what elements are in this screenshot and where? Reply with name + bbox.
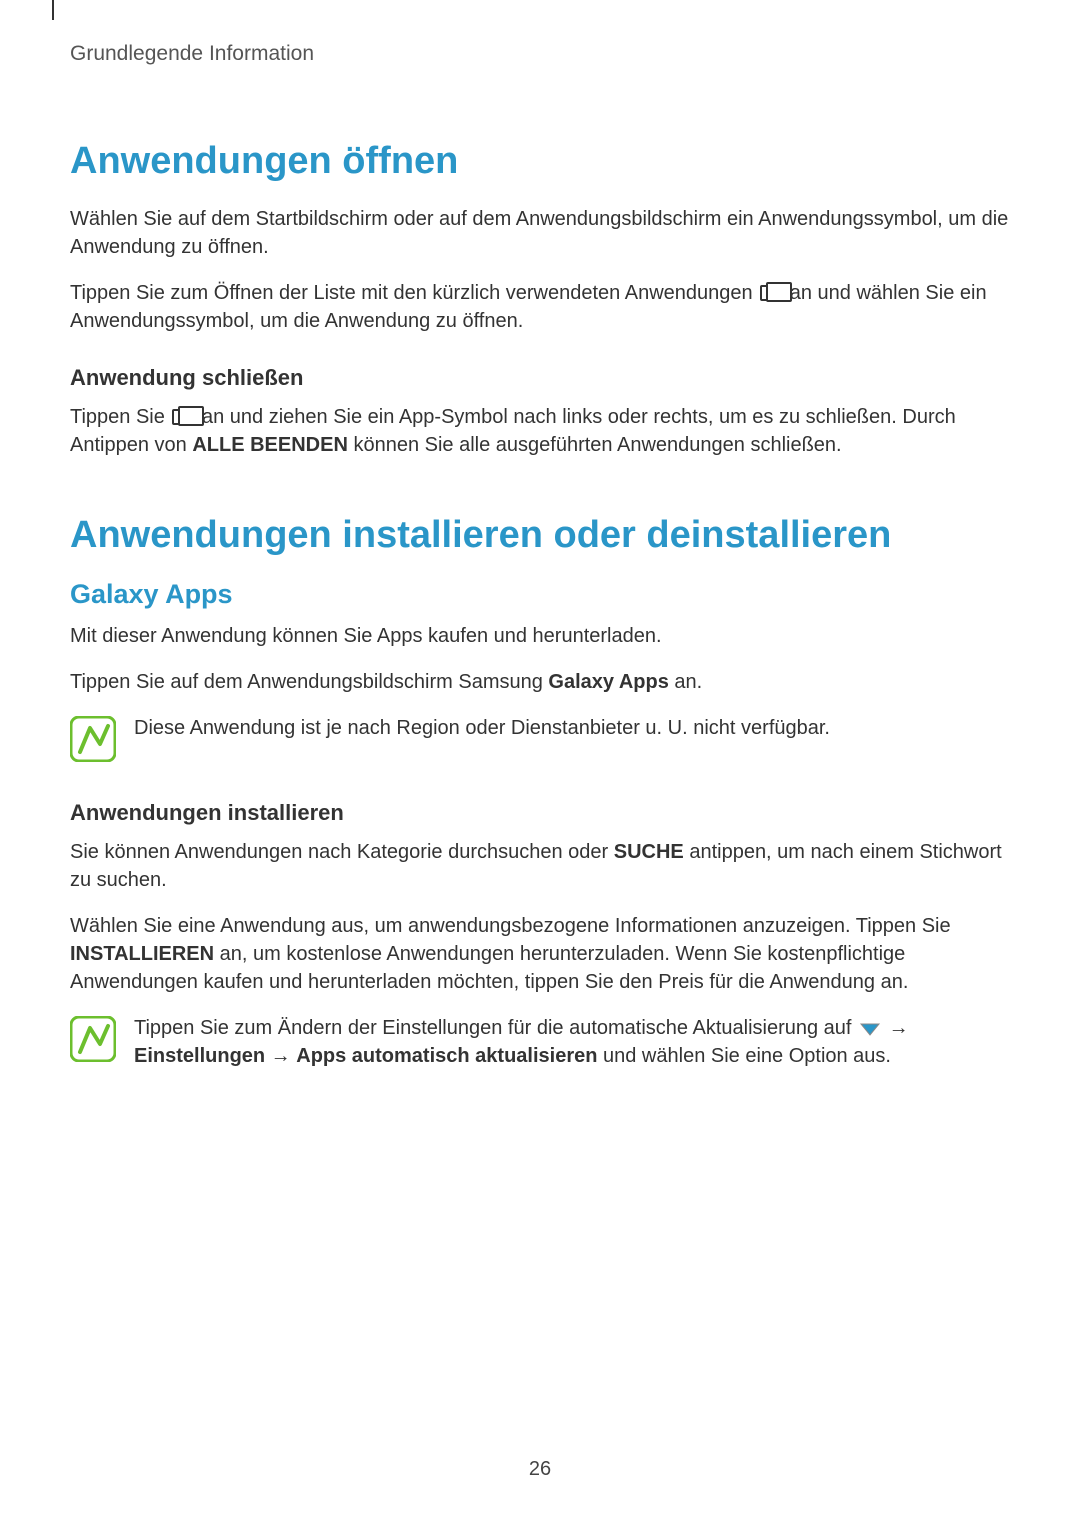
heading-close-app: Anwendung schließen	[70, 365, 1010, 391]
text: Tippen Sie zum Ändern der Einstellungen …	[134, 1017, 857, 1039]
note-icon	[70, 716, 116, 762]
recent-apps-icon	[760, 285, 782, 301]
note-icon	[70, 1016, 116, 1062]
text: können Sie alle ausgeführten Anwendungen…	[348, 434, 842, 456]
arrow: →	[883, 1017, 909, 1039]
heading-install-apps: Anwendungen installieren	[70, 800, 1010, 826]
paragraph: Wählen Sie auf dem Startbildschirm oder …	[70, 205, 1010, 261]
text: Tippen Sie auf dem Anwendungsbildschirm …	[70, 671, 548, 693]
paragraph: Tippen Sie auf dem Anwendungsbildschirm …	[70, 668, 1010, 696]
text: und wählen Sie eine Option aus.	[597, 1045, 891, 1067]
page-header: Grundlegende Information	[70, 42, 1010, 66]
paragraph: Tippen Sie zum Öffnen der Liste mit den …	[70, 279, 1010, 335]
page-content: Grundlegende Information Anwendungen öff…	[0, 0, 1080, 1070]
dropdown-triangle-icon	[859, 1022, 881, 1036]
text-bold: Apps automatisch aktualisieren	[296, 1045, 597, 1067]
text-bold: ALLE BEENDEN	[192, 434, 348, 456]
text: Wählen Sie eine Anwendung aus, um anwend…	[70, 915, 951, 937]
subsection-close-app: Anwendung schließen Tippen Sie an und zi…	[70, 365, 1010, 459]
text-bold: Einstellungen	[134, 1045, 265, 1067]
note-text: Diese Anwendung ist je nach Region oder …	[134, 714, 830, 742]
paragraph: Sie können Anwendungen nach Kategorie du…	[70, 838, 1010, 894]
paragraph: Tippen Sie an und ziehen Sie ein App-Sym…	[70, 403, 1010, 459]
text: Tippen Sie zum Öffnen der Liste mit den …	[70, 282, 758, 304]
subsection-install-apps: Anwendungen installieren Sie können Anwe…	[70, 800, 1010, 1070]
arrow: →	[265, 1045, 296, 1067]
text-bold: INSTALLIEREN	[70, 943, 214, 965]
subsection-galaxy-apps: Galaxy Apps Mit dieser Anwendung können …	[70, 579, 1010, 762]
page-top-mark	[52, 0, 54, 20]
text: Tippen Sie	[70, 406, 170, 428]
text: Sie können Anwendungen nach Kategorie du…	[70, 841, 614, 863]
text-bold: Galaxy Apps	[548, 671, 668, 693]
heading-open-apps: Anwendungen öffnen	[70, 140, 1010, 183]
note-text: Tippen Sie zum Ändern der Einstellungen …	[134, 1014, 1010, 1070]
paragraph: Mit dieser Anwendung können Sie Apps kau…	[70, 622, 1010, 650]
recent-apps-icon	[172, 409, 194, 425]
page-number: 26	[0, 1458, 1080, 1481]
heading-galaxy-apps: Galaxy Apps	[70, 579, 1010, 610]
heading-install-uninstall: Anwendungen installieren oder deinstalli…	[70, 514, 1010, 557]
note-block: Tippen Sie zum Ändern der Einstellungen …	[70, 1014, 1010, 1070]
text-bold: SUCHE	[614, 841, 684, 863]
text: an.	[669, 671, 702, 693]
paragraph: Wählen Sie eine Anwendung aus, um anwend…	[70, 912, 1010, 996]
note-block: Diese Anwendung ist je nach Region oder …	[70, 714, 1010, 762]
